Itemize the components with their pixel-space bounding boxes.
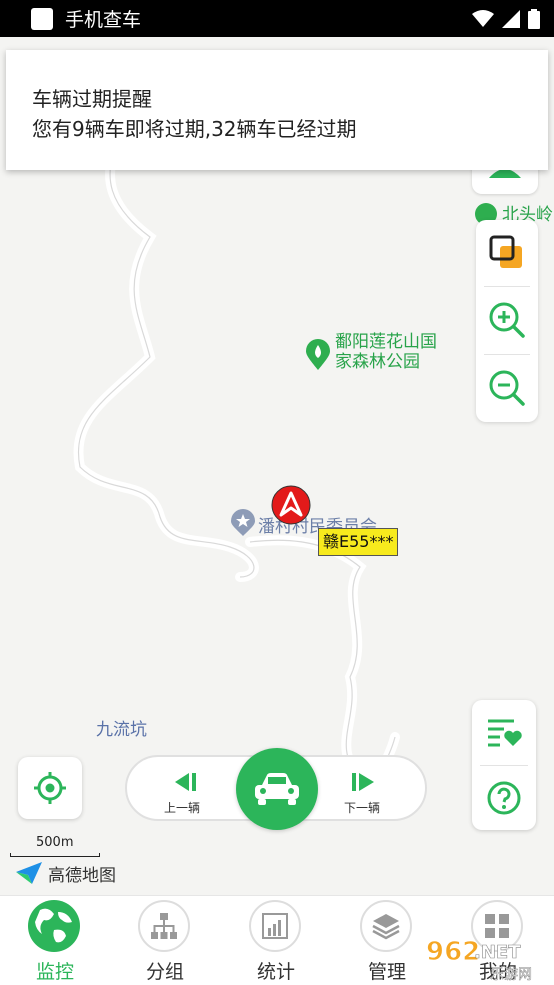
park-pin-icon	[306, 339, 330, 370]
zoom-in-button[interactable]	[476, 287, 538, 353]
watermark-text-3: 乐游网	[490, 967, 532, 983]
app-title: 手机查车	[65, 9, 142, 31]
zoom-in-icon	[489, 302, 525, 338]
car-icon	[255, 773, 299, 805]
watermark-logo: 962 .NET 乐游网	[426, 937, 533, 984]
zoom-out-button[interactable]	[476, 355, 538, 421]
vehicle-marker-icon[interactable]	[271, 485, 311, 525]
place-jiuliukeng-label: 九流坑	[96, 720, 147, 740]
next-vehicle-button[interactable]: 下一辆	[307, 757, 417, 819]
notification-message: 您有9辆车即将过期,32辆车已经过期	[32, 117, 357, 141]
watermark-text-2: .NET	[474, 942, 521, 963]
list-heart-icon	[488, 719, 522, 747]
map-provider-text: 高德地图	[48, 865, 116, 886]
zoom-out-icon	[489, 370, 525, 406]
status-icons	[472, 8, 540, 29]
prev-vehicle-button[interactable]: 上一辆	[127, 757, 237, 819]
locate-button[interactable]	[18, 757, 82, 819]
bar-chart-icon	[249, 900, 301, 952]
village-star-icon	[231, 509, 255, 536]
tab-monitor[interactable]: 监控	[0, 896, 110, 985]
tab-stats[interactable]: 统计	[221, 896, 331, 985]
battery-icon	[528, 8, 540, 29]
vehicle-center-button[interactable]	[236, 748, 318, 830]
layers-switch-icon	[489, 235, 522, 268]
map-provider: 高德地图	[14, 860, 116, 886]
scale-bar	[10, 853, 100, 857]
wifi-icon	[472, 9, 494, 27]
tab-monitor-label: 监控	[35, 961, 74, 983]
help-button[interactable]	[472, 766, 536, 830]
tab-stats-label: 统计	[256, 961, 295, 983]
tab-group-label: 分组	[145, 961, 184, 983]
next-icon	[352, 773, 374, 791]
signal-icon	[502, 9, 520, 28]
tab-group[interactable]: 分组	[110, 896, 220, 985]
globe-icon	[28, 900, 80, 952]
poi-forest-park-line2: 家森林公园	[335, 352, 420, 372]
map-controls	[476, 220, 538, 422]
next-vehicle-label: 下一辆	[343, 801, 380, 815]
poi-forest-park-label[interactable]: 鄱阳莲花山国 家森林公园	[335, 332, 437, 372]
help-icon	[487, 781, 521, 815]
layer-switch-button[interactable]	[476, 220, 538, 286]
status-bar: 手机查车	[0, 0, 554, 37]
layers-icon	[360, 900, 412, 952]
notification-heading: 车辆过期提醒	[32, 87, 152, 111]
expiry-notification[interactable]: 车辆过期提醒 您有9辆车即将过期,32辆车已经过期	[6, 50, 548, 170]
app-icon	[31, 7, 53, 30]
prev-icon	[175, 773, 196, 791]
poi-forest-park-line1: 鄱阳莲花山国	[335, 332, 437, 352]
side-actions	[472, 700, 536, 830]
crosshair-icon	[34, 772, 66, 804]
prev-vehicle-label: 上一辆	[163, 801, 200, 815]
amap-logo-icon	[16, 862, 42, 884]
vehicle-plate-label[interactable]: 赣E55***	[318, 528, 399, 556]
favorite-list-button[interactable]	[472, 700, 536, 764]
watermark-text-1: 962	[426, 937, 480, 967]
hierarchy-icon	[138, 900, 190, 952]
scale-text: 500m	[36, 835, 74, 850]
